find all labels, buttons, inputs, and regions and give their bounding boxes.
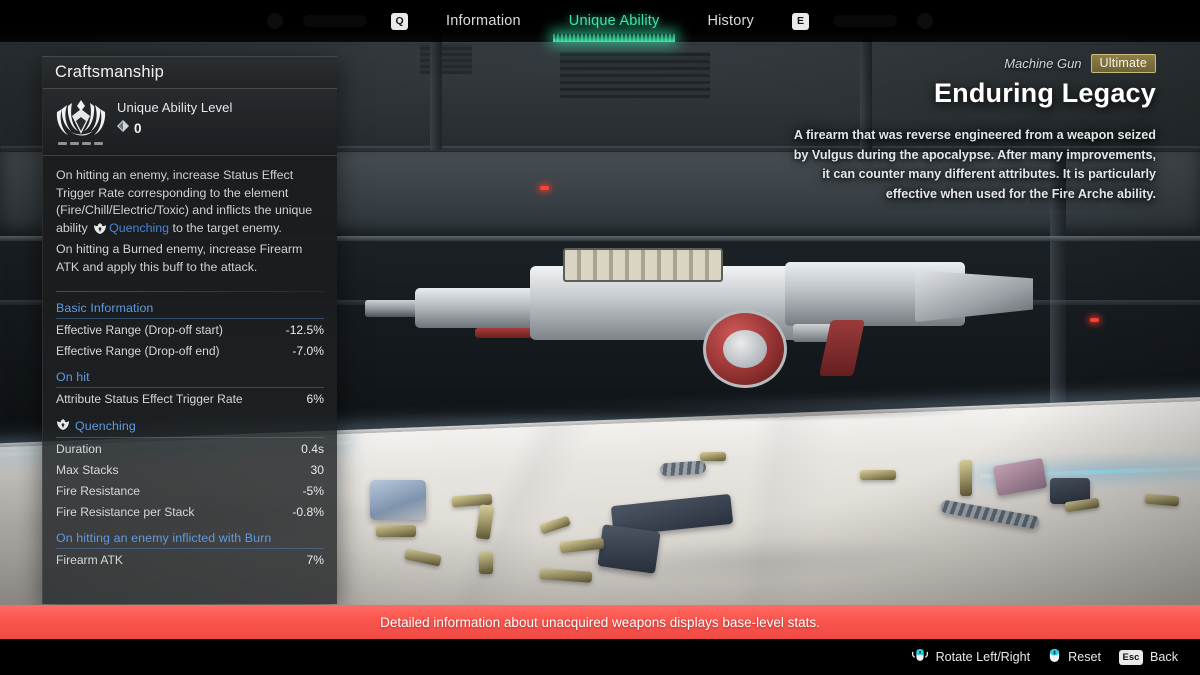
diamond-icon xyxy=(117,119,129,137)
stat-value: 30 xyxy=(310,462,324,477)
stat-row: Effective Range (Drop-off start) -12.5% xyxy=(56,319,324,340)
debris-bullet xyxy=(479,552,493,574)
ability-description-part3: On hitting a Burned enemy, increase Fire… xyxy=(56,242,303,275)
section-header-quenching: Quenching xyxy=(56,418,324,438)
stat-label: Attribute Status Effect Trigger Rate xyxy=(56,391,243,406)
panel-divider xyxy=(56,290,324,292)
stat-row: Attribute Status Effect Trigger Rate 6% xyxy=(56,388,324,409)
section-header-basic-information: Basic Information xyxy=(56,301,324,319)
section-title: On hitting an enemy inflicted with Burn xyxy=(56,530,272,545)
section-title: Basic Information xyxy=(56,300,154,315)
quenching-crest-icon xyxy=(93,222,107,241)
notice-banner: Detailed information about unacquired we… xyxy=(0,605,1200,639)
stat-row: Effective Range (Drop-off end) -7.0% xyxy=(56,340,324,361)
hint-back[interactable]: Esc Back xyxy=(1119,649,1178,665)
footer-hint-bar: Rotate Left/Right Reset Esc Back xyxy=(0,639,1200,675)
stat-row: Firearm ATK 7% xyxy=(56,549,324,570)
status-led xyxy=(1090,318,1099,322)
weapon-info-block: Machine Gun Ultimate Enduring Legacy A f… xyxy=(786,54,1156,204)
weapon-description: A firearm that was reverse engineered fr… xyxy=(793,128,1156,201)
tab-history[interactable]: History xyxy=(683,0,778,42)
stat-row: Fire Resistance -5% xyxy=(56,480,324,501)
tab-unique-ability[interactable]: Unique Ability xyxy=(545,0,684,42)
weapon-shroud xyxy=(415,288,535,328)
stat-value: 6% xyxy=(306,391,324,406)
craftsmanship-panel: Craftsmanship Unique Ability Level 0 On … xyxy=(42,56,337,604)
hint-label: Rotate Left/Right xyxy=(935,650,1031,664)
stat-value: -5% xyxy=(302,483,324,498)
stat-value: -0.8% xyxy=(292,504,324,519)
support-beam xyxy=(430,30,442,150)
section-header-on-hit: On hit xyxy=(56,370,324,388)
stat-row: Duration 0.4s xyxy=(56,438,324,459)
debris-part xyxy=(370,480,426,520)
hint-rotate[interactable]: Rotate Left/Right xyxy=(911,647,1031,667)
section-title: On hit xyxy=(56,369,90,384)
stat-label: Effective Range (Drop-off end) xyxy=(56,343,220,358)
nav-left-icon xyxy=(267,13,284,29)
mouse-rotate-icon xyxy=(911,647,929,667)
debris-part xyxy=(597,524,661,574)
weapon-type: Machine Gun xyxy=(1004,56,1082,71)
debris-bullet xyxy=(960,460,972,496)
stat-label: Firearm ATK xyxy=(56,552,123,567)
key-q[interactable]: Q xyxy=(391,12,409,30)
stat-label: Max Stacks xyxy=(56,462,119,477)
status-led xyxy=(540,186,549,190)
debris-bullet xyxy=(376,525,416,537)
stat-label: Effective Range (Drop-off start) xyxy=(56,322,223,337)
stat-value: 7% xyxy=(306,552,324,567)
stat-value: -12.5% xyxy=(285,322,324,337)
weapon-name: Enduring Legacy xyxy=(933,78,1156,108)
ability-description: On hitting an enemy, increase Status Eff… xyxy=(43,156,337,285)
vent-grille-icon xyxy=(560,52,710,98)
stat-value: 0.4s xyxy=(301,441,324,456)
pip xyxy=(70,142,79,145)
stat-row: Fire Resistance per Stack -0.8% xyxy=(56,501,324,522)
panel-title: Craftsmanship xyxy=(43,57,337,89)
nav-right-icon xyxy=(916,13,933,29)
weapon-type-row: Machine Gun Ultimate xyxy=(786,54,1156,73)
winged-crest-icon xyxy=(55,97,107,145)
nav-prev-ghost-label xyxy=(303,15,367,27)
weapon-stock xyxy=(915,270,1033,322)
stat-value: -7.0% xyxy=(292,343,324,358)
unique-ability-header: Unique Ability Level 0 xyxy=(43,89,337,156)
stat-label: Fire Resistance per Stack xyxy=(56,504,195,519)
nav-next-ghost-label xyxy=(833,15,897,27)
debris-bullet xyxy=(700,452,726,461)
pip xyxy=(58,142,67,145)
key-e[interactable]: E xyxy=(791,12,809,30)
vent-grille-small-icon xyxy=(420,44,472,74)
weapon-ammo-belt xyxy=(563,248,723,282)
key-esc[interactable]: Esc xyxy=(1119,649,1143,665)
section-title: Quenching xyxy=(75,418,136,433)
weapon-model[interactable] xyxy=(355,232,1035,422)
hint-label: Reset xyxy=(1068,650,1101,664)
mouse-wheel-icon xyxy=(1048,647,1061,667)
weapon-shadow xyxy=(385,400,985,422)
quenching-link[interactable]: Quenching xyxy=(109,221,169,235)
section-header-burn: On hitting an enemy inflicted with Burn xyxy=(56,531,324,549)
quenching-crest-icon xyxy=(56,418,70,434)
hint-reset[interactable]: Reset xyxy=(1048,647,1101,667)
rarity-badge: Ultimate xyxy=(1090,54,1156,73)
tab-information[interactable]: Information xyxy=(422,0,545,42)
pip xyxy=(94,142,103,145)
weapon-drum-center xyxy=(723,330,767,368)
ability-level-pips xyxy=(58,142,103,145)
pip xyxy=(82,142,91,145)
unique-ability-level-value: 0 xyxy=(134,120,142,136)
hint-label: Back xyxy=(1150,650,1178,664)
top-navigation-bar: Q Information Unique Ability History E xyxy=(0,0,1200,42)
stat-label: Duration xyxy=(56,441,102,456)
debris-bullet xyxy=(860,470,896,480)
unique-ability-level-label: Unique Ability Level xyxy=(117,100,233,115)
stat-label: Fire Resistance xyxy=(56,483,141,498)
ability-description-part2: to the target enemy. xyxy=(169,220,282,235)
stat-row: Max Stacks 30 xyxy=(56,459,324,480)
